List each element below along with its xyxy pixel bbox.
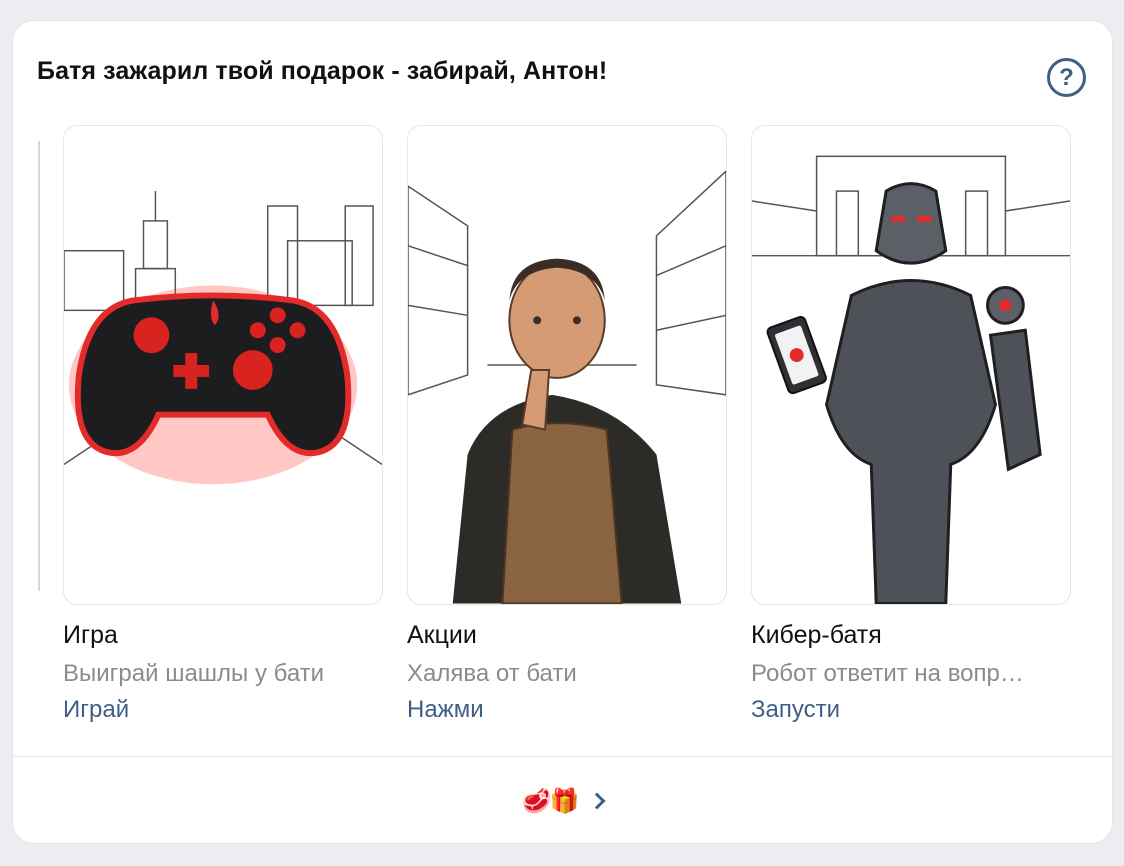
card-image-man xyxy=(407,125,727,605)
chevron-right-icon xyxy=(588,792,606,810)
card-cyber-batya[interactable]: Кибер-батя Робот ответит на вопр… Запуст… xyxy=(751,125,1071,724)
card-promotions[interactable]: Акции Халява от бати Нажми xyxy=(407,125,727,724)
help-icon[interactable]: ? xyxy=(1047,58,1086,97)
card-title: Кибер-батя xyxy=(751,621,882,649)
card-description: Робот ответит на вопр… xyxy=(751,660,1024,687)
card-title: Игра xyxy=(63,621,118,649)
steak-gift-icon: 🥩🎁 xyxy=(521,787,580,815)
card-game[interactable]: Игра Выиграй шашлы у бати Играй xyxy=(63,125,383,724)
footer-link[interactable]: 🥩🎁 xyxy=(13,757,1112,843)
man-in-apron xyxy=(408,170,726,604)
card-description: Халява от бати xyxy=(407,660,577,687)
card-action-link[interactable]: Нажми xyxy=(407,696,727,724)
card-image-gamepad xyxy=(63,125,383,605)
red-gamepad-icon xyxy=(64,191,382,485)
card-title: Акции xyxy=(407,621,477,649)
gift-widget: Батя зажарил твой подарок - забирай, Ант… xyxy=(12,20,1113,844)
card-action-link[interactable]: Играй xyxy=(63,696,383,724)
card-action-link[interactable]: Запусти xyxy=(751,696,1071,724)
card-image-robot xyxy=(751,125,1071,605)
previous-card-edge[interactable] xyxy=(36,141,40,591)
card-description: Выиграй шашлы у бати xyxy=(63,660,325,687)
robot-with-tablet xyxy=(752,155,1070,604)
widget-title: Батя зажарил твой подарок - забирай, Ант… xyxy=(37,57,608,85)
